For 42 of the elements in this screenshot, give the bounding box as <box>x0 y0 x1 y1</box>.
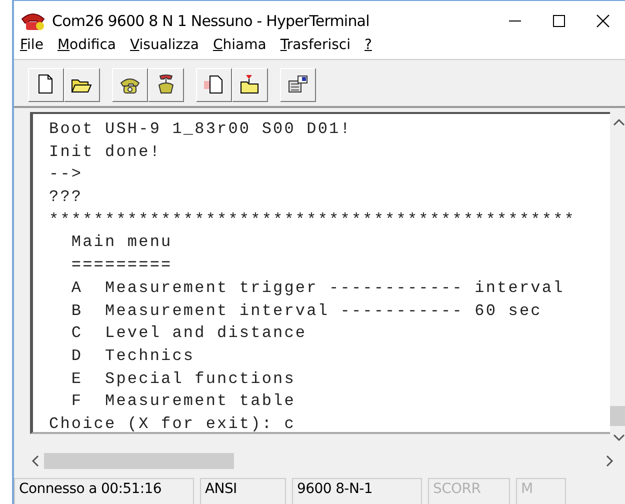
maximize-icon <box>552 14 566 28</box>
call-tool-button[interactable] <box>112 68 148 102</box>
terminal-line: E Special functions <box>70 368 296 390</box>
scroll-left-icon[interactable] <box>30 455 40 467</box>
terminal-line: C Level and distance <box>70 323 308 344</box>
status-field: Connesso a 00:51:16 <box>14 478 194 504</box>
terminal-line: *********************************************** <box>49 210 576 231</box>
window-title: Com26 9600 8 N 1 Nessuno - HyperTerminal <box>52 12 370 30</box>
scroll-down-icon[interactable] <box>612 434 624 442</box>
hangup-tool-button[interactable] <box>148 68 184 102</box>
minimize-icon <box>509 20 521 22</box>
terminal-line: --> <box>49 164 84 186</box>
menu-item[interactable]: ? <box>364 37 372 53</box>
terminal-line: ??? <box>49 187 84 208</box>
terminal-line: Boot USH-9 1_83r00 S00 D01! <box>49 119 352 140</box>
menu-item[interactable]: Modifica <box>57 37 116 53</box>
menu-item[interactable]: Trasferisci <box>280 37 351 53</box>
terminal-line: A Measurement trigger ------------ interval <box>70 278 566 299</box>
terminal-line: ========= <box>70 255 174 276</box>
terminal-line: Main menu <box>70 232 174 254</box>
receive-tool-button[interactable] <box>232 68 268 102</box>
scroll-right-icon[interactable] <box>605 455 615 467</box>
scroll-up-icon[interactable] <box>612 118 624 126</box>
terminal-line: B Measurement interval ----------- 60 sec <box>70 300 543 322</box>
scroll-thumb[interactable] <box>610 406 625 426</box>
send-tool-button[interactable] <box>196 68 232 102</box>
terminal-line: Init done! <box>49 142 162 163</box>
menu-item[interactable]: Chiama <box>212 37 266 53</box>
terminal-line: Choice (X for exit): c <box>49 414 296 435</box>
open-tool-button[interactable] <box>64 68 100 102</box>
status-field: 9600 8-N-1 <box>292 478 422 504</box>
status-field: ANSI <box>200 478 286 504</box>
new-tool-button[interactable] <box>28 68 64 102</box>
menu-item[interactable]: File <box>20 37 44 53</box>
status-field: SCORR <box>428 478 510 504</box>
status-field: M <box>516 478 566 504</box>
menu-item[interactable]: Visualizza <box>130 37 199 53</box>
terminal-line: F Measurement table <box>70 391 296 412</box>
scroll-thumb[interactable] <box>44 453 234 469</box>
terminal-line: D Technics <box>70 346 196 367</box>
close-icon <box>596 14 610 28</box>
properties-tool-button[interactable] <box>280 68 316 102</box>
